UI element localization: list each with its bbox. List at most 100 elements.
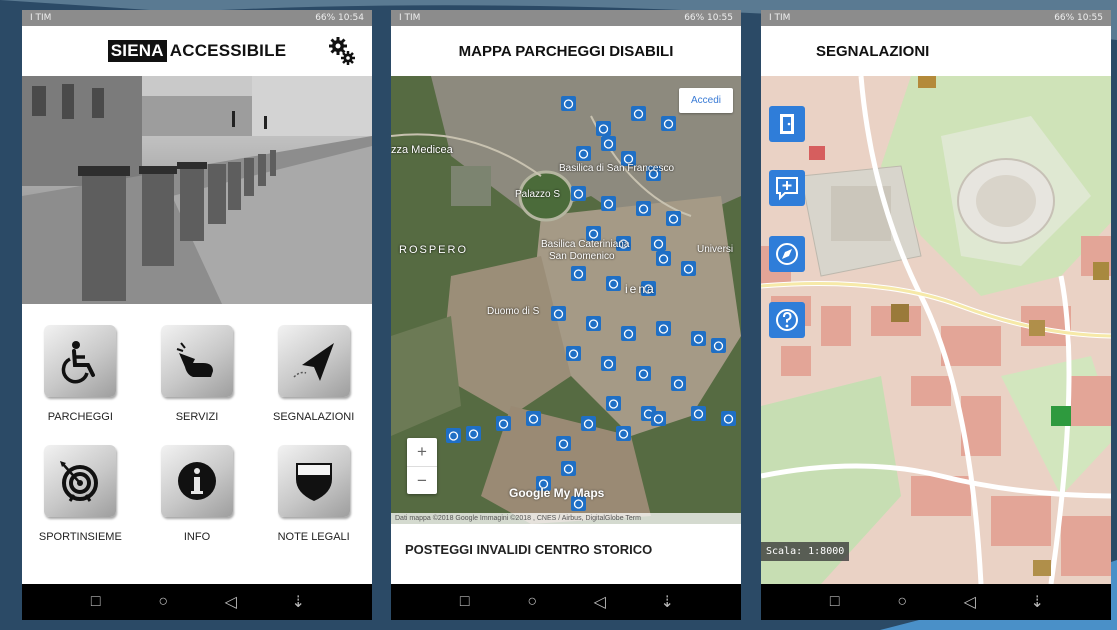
parking-pin[interactable] [656, 321, 671, 336]
satellite-map[interactable]: zza Medicea Basilica di San Francesco Pa… [391, 76, 741, 524]
parking-pin[interactable] [581, 416, 596, 431]
door-icon [780, 114, 794, 134]
parking-pin[interactable] [631, 106, 646, 121]
menu-parcheggi[interactable]: PARCHEGGI [22, 325, 139, 423]
parking-pin[interactable] [621, 326, 636, 341]
parking-pin[interactable] [616, 426, 631, 441]
parking-pin[interactable] [681, 261, 696, 276]
parking-pin[interactable] [711, 338, 726, 353]
servizi-button[interactable] [160, 325, 233, 397]
parking-pin[interactable] [721, 411, 736, 426]
android-nav-bar: □ ○ ◁ ⇣ [391, 584, 741, 620]
parking-pin[interactable] [561, 461, 576, 476]
parking-pin[interactable] [596, 121, 611, 136]
back-triangle-icon[interactable]: ◁ [958, 592, 982, 612]
map-scale-label: Scala: 1:8000 [761, 542, 850, 561]
notification-icon[interactable]: ⇣ [1025, 592, 1049, 612]
parking-pin[interactable] [586, 316, 601, 331]
parking-pin[interactable] [661, 116, 676, 131]
page-title: SEGNALAZIONI [816, 42, 930, 60]
back-triangle-icon[interactable]: ◁ [588, 592, 612, 612]
settings-gears-icon[interactable] [326, 36, 358, 66]
parcheggi-button[interactable] [44, 325, 117, 397]
segnalazioni-label: SEGNALAZIONI [273, 411, 355, 423]
status-bar: I TIM 66% 10:55 [391, 10, 741, 26]
parking-pin[interactable] [496, 416, 511, 431]
menu-sportinsieme[interactable]: SPORTINSIEME [22, 445, 139, 543]
parking-pin[interactable] [601, 196, 616, 211]
square-icon[interactable]: □ [84, 593, 108, 611]
logo-plain-word: ACCESSIBILE [169, 41, 287, 60]
map-label-rospero: ROSPERO [399, 244, 469, 256]
parking-pin[interactable] [556, 436, 571, 451]
parking-pin[interactable] [561, 96, 576, 111]
parking-pin[interactable] [446, 428, 461, 443]
parking-pin[interactable] [606, 396, 621, 411]
sportinsieme-button[interactable] [44, 445, 117, 517]
info-button[interactable] [160, 445, 233, 517]
segnalazioni-button[interactable] [277, 325, 350, 397]
parking-pin[interactable] [666, 211, 681, 226]
notification-icon[interactable]: ⇣ [286, 592, 310, 612]
circle-icon[interactable]: ○ [890, 593, 914, 611]
back-triangle-icon[interactable]: ◁ [219, 592, 243, 612]
status-bar: I TIM 66% 10:54 [22, 10, 372, 26]
photo-illustration [22, 76, 372, 304]
status-bar: I TIM 66% 10:55 [761, 10, 1111, 26]
locate-button[interactable] [769, 236, 805, 272]
notification-icon[interactable]: ⇣ [655, 592, 679, 612]
parking-pin[interactable] [606, 276, 621, 291]
parking-pin[interactable] [526, 411, 541, 426]
parking-pin[interactable] [671, 376, 686, 391]
map-label-siena: iena [625, 282, 656, 296]
parking-pin[interactable] [651, 411, 666, 426]
map-label-medicea: zza Medicea [391, 144, 453, 156]
map-label-palazzo: Palazzo S [515, 189, 561, 200]
status-info: 66% 10:55 [684, 13, 733, 23]
parking-pin[interactable] [691, 331, 706, 346]
exit-door-button[interactable] [769, 106, 805, 142]
google-my-maps-logo: Google My Maps [509, 486, 605, 500]
zoom-out-button[interactable]: − [407, 466, 437, 494]
status-info: 66% 10:55 [1054, 13, 1103, 23]
parking-pin[interactable] [691, 406, 706, 421]
street-map-drawing [761, 76, 1111, 584]
circle-icon[interactable]: ○ [520, 593, 544, 611]
wheelchair-icon [62, 341, 96, 384]
parking-pin[interactable] [571, 186, 586, 201]
parking-pin[interactable] [576, 146, 591, 161]
note-legali-button[interactable] [277, 445, 350, 517]
accedi-button[interactable]: Accedi [678, 88, 733, 113]
street-map[interactable]: Scala: 1:8000 [761, 76, 1111, 584]
menu-info[interactable]: INFO [139, 445, 256, 543]
parcheggi-label: PARCHEGGI [47, 411, 113, 423]
square-icon[interactable]: □ [823, 593, 847, 611]
parking-pin[interactable] [656, 251, 671, 266]
parking-pin[interactable] [651, 236, 666, 251]
parking-pin[interactable] [571, 266, 586, 281]
zoom-in-button[interactable]: + [407, 438, 437, 466]
add-report-button[interactable] [769, 170, 805, 206]
hand-pointer-icon [176, 342, 213, 377]
map-label-cateriniana: Basilica Cateriniana [541, 239, 630, 250]
parking-pin[interactable] [551, 306, 566, 321]
parking-pin[interactable] [636, 366, 651, 381]
parking-pin[interactable] [566, 346, 581, 361]
reports-screen: I TIM 66% 10:55 SEGNALAZIONI Scala: 1:80… [761, 10, 1111, 620]
parking-map-screen: I TIM 66% 10:55 MAPPA PARCHEGGI DISABILI… [391, 10, 741, 620]
target-icon [60, 461, 99, 502]
parking-pin[interactable] [601, 356, 616, 371]
square-icon[interactable]: □ [453, 593, 477, 611]
carrier-label: I TIM [399, 13, 421, 23]
parking-pin[interactable] [466, 426, 481, 441]
paper-plane-icon [293, 343, 334, 381]
circle-icon[interactable]: ○ [151, 593, 175, 611]
map-label-universita: Universi [697, 244, 734, 255]
help-button[interactable] [769, 302, 805, 338]
menu-segnalazioni[interactable]: SEGNALAZIONI [255, 325, 372, 423]
servizi-label: SERVIZI [175, 411, 219, 423]
menu-note-legali[interactable]: NOTE LEGALI [255, 445, 372, 543]
menu-servizi[interactable]: SERVIZI [139, 325, 256, 423]
parking-pin[interactable] [636, 201, 651, 216]
parking-pin[interactable] [601, 136, 616, 151]
